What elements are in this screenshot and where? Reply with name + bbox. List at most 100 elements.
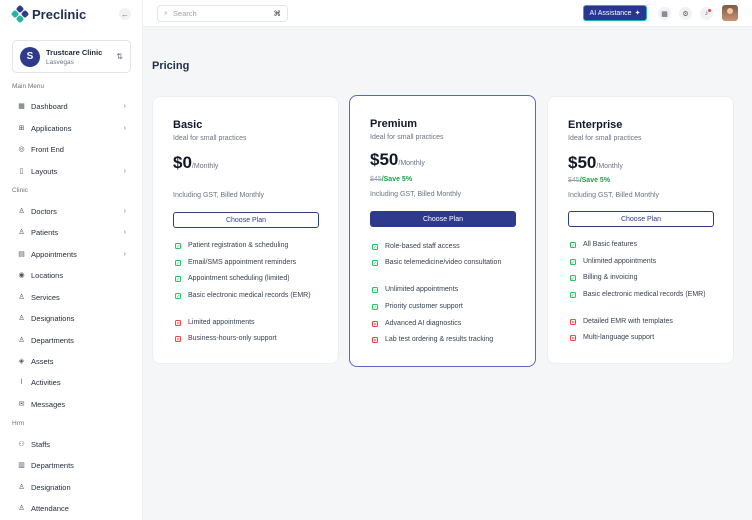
sidebar-item-activities[interactable]: ⌇ Activities: [18, 378, 126, 387]
chevron-right-icon: ›: [123, 229, 126, 236]
cross-icon: ✕: [570, 319, 576, 326]
sidebar-item-messages[interactable]: ✉ Messages: [18, 400, 126, 409]
feature-item: ✕ Business-hours-only support: [175, 335, 277, 343]
plan-description: Ideal for small practices: [370, 134, 444, 141]
plan-price: $0 /Monthly: [173, 153, 219, 172]
feature-item: ✕ Limited appointments: [175, 319, 255, 327]
clinic-switcher[interactable]: S Trustcare Clinic Lasvegas ⇅: [12, 40, 131, 73]
check-icon: ✓: [175, 276, 181, 283]
clinic-name: Trustcare Clinic: [46, 47, 103, 57]
clinic-location: Lasvegas: [46, 58, 74, 66]
assets-icon: ◈: [18, 358, 25, 365]
check-icon: ✓: [372, 287, 378, 294]
check-icon: ✓: [372, 304, 378, 311]
sidebar-item-appointments[interactable]: ▤ Appointments ›: [18, 250, 126, 259]
sidebar-item-designation[interactable]: ♙ Designation: [18, 483, 126, 492]
plan-description: Ideal for small practices: [173, 135, 247, 142]
departments-icon: ♙: [18, 337, 25, 344]
chevron-right-icon: ›: [123, 208, 126, 215]
calendar-button-icon[interactable]: ▦: [658, 7, 671, 20]
globe-icon: ◎: [18, 146, 25, 153]
sparkle-icon: ✦: [634, 10, 641, 17]
section-main-menu: Main Menu: [12, 83, 45, 90]
check-icon: ✓: [570, 292, 576, 299]
check-icon: ✓: [175, 243, 181, 250]
feature-item: ✓ Priority customer support: [372, 303, 463, 311]
sidebar-item-hrm-departments[interactable]: ▥ Departments: [18, 461, 126, 470]
settings-gear-icon[interactable]: ⚙: [679, 7, 692, 20]
plan-billing-note: Including GST, Billed Monthly: [370, 191, 462, 198]
plan-billing-note: Including GST, Billed Monthly: [173, 192, 265, 199]
plan-billing-note: Including GST, Billed Monthly: [568, 192, 660, 199]
sidebar-item-services[interactable]: ♙ Services: [18, 293, 126, 302]
building-icon: ▥: [18, 462, 25, 469]
feature-item: ✓ Patient registration & scheduling: [175, 242, 289, 250]
plan-card-premium: Premium Ideal for small practices $50 /M…: [349, 95, 536, 367]
command-key-icon: ⌘: [273, 9, 282, 18]
sidebar-item-locations[interactable]: ◉ Locations: [18, 271, 126, 280]
feature-item: ✕ Detailed EMR with templates: [570, 318, 673, 326]
feature-item: ✓ Unlimited appointments: [372, 286, 459, 294]
page-title: Pricing: [152, 60, 190, 72]
plan-card-basic: Basic Ideal for small practices $0 /Mont…: [152, 96, 339, 364]
ai-assistance-button[interactable]: AI Assistance ✦: [583, 5, 647, 21]
chevron-right-icon: ›: [123, 251, 126, 258]
choose-plan-button[interactable]: Choose Plan: [568, 211, 714, 227]
sidebar-item-departments[interactable]: ♙ Departments: [18, 336, 126, 345]
feature-item: ✓ Billing & invoicing: [570, 274, 638, 282]
notification-bell-icon[interactable]: ♪: [700, 7, 713, 20]
staff-icon: ⚇: [18, 441, 25, 448]
sidebar-item-front-end[interactable]: ◎ Front End: [18, 145, 126, 154]
plan-discount: $45/Save 5%: [568, 177, 611, 184]
search-input[interactable]: Search: [173, 9, 269, 18]
plan-discount: $45/Save 5%: [370, 176, 413, 183]
search-box[interactable]: ⌕ Search ⌘: [157, 5, 288, 22]
sidebar-item-doctors[interactable]: ♙ Doctors ›: [18, 207, 126, 216]
sidebar-item-attendance[interactable]: ♙ Attendance: [18, 504, 126, 513]
apps-icon: ⊞: [18, 125, 25, 132]
sidebar-item-patients[interactable]: ♙ Patients ›: [18, 228, 126, 237]
search-icon: ⌕: [164, 9, 168, 17]
chevron-right-icon: ›: [123, 103, 126, 110]
user-avatar[interactable]: [722, 5, 738, 21]
sidebar-item-assets[interactable]: ◈ Assets: [18, 357, 126, 366]
check-icon: ✓: [372, 244, 378, 251]
choose-plan-button[interactable]: Choose Plan: [173, 212, 319, 228]
sidebar-item-staffs[interactable]: ⚇ Staffs: [18, 440, 126, 449]
plan-name: Basic: [173, 119, 203, 131]
topbar: ⌕ Search ⌘ AI Assistance ✦ ▦ ⚙ ♪: [143, 0, 752, 27]
sidebar-item-dashboard[interactable]: ▦ Dashboard ›: [18, 102, 126, 111]
cross-icon: ✕: [570, 335, 576, 342]
plan-description: Ideal for small practices: [568, 135, 642, 142]
check-icon: ✓: [372, 260, 378, 267]
attendance-icon: ♙: [18, 505, 25, 512]
sidebar-item-applications[interactable]: ⊞ Applications ›: [18, 124, 126, 133]
choose-plan-button[interactable]: Choose Plan: [370, 211, 516, 227]
message-icon: ✉: [18, 401, 25, 408]
check-icon: ✓: [175, 260, 181, 267]
plan-price: $50 /Monthly: [370, 150, 425, 169]
location-pin-icon: ◉: [18, 272, 25, 279]
section-clinic: Clinic: [12, 187, 28, 194]
cross-icon: ✕: [372, 321, 378, 328]
brand[interactable]: Preclinic: [10, 4, 87, 24]
feature-item: ✓ Role-based staff access: [372, 243, 460, 251]
layout-icon: ▯: [19, 168, 24, 175]
check-icon: ✓: [570, 275, 576, 282]
swap-icon: ⇅: [116, 52, 123, 61]
feature-item: ✕ Multi-language support: [570, 334, 655, 342]
sidebar-item-layouts[interactable]: ▯ Layouts ›: [18, 167, 126, 176]
brand-name: Preclinic: [32, 6, 87, 22]
plan-name: Premium: [370, 118, 418, 130]
cross-icon: ✕: [175, 336, 181, 343]
sidebar-item-designations[interactable]: ♙ Designations: [18, 314, 126, 323]
feature-item: ✓ Basic telemedicine/video consultation: [372, 259, 502, 267]
clinic-logo-icon: S: [20, 46, 40, 67]
feature-item: ✓ Email/SMS appointment reminders: [175, 259, 297, 267]
check-icon: ✓: [570, 259, 576, 266]
collapse-sidebar-button[interactable]: ←: [119, 8, 131, 20]
feature-item: ✓ Appointment scheduling (limited): [175, 275, 290, 283]
doctor-icon: ♙: [18, 208, 25, 215]
activity-icon: ⌇: [19, 379, 24, 386]
cross-icon: ✕: [175, 320, 181, 327]
